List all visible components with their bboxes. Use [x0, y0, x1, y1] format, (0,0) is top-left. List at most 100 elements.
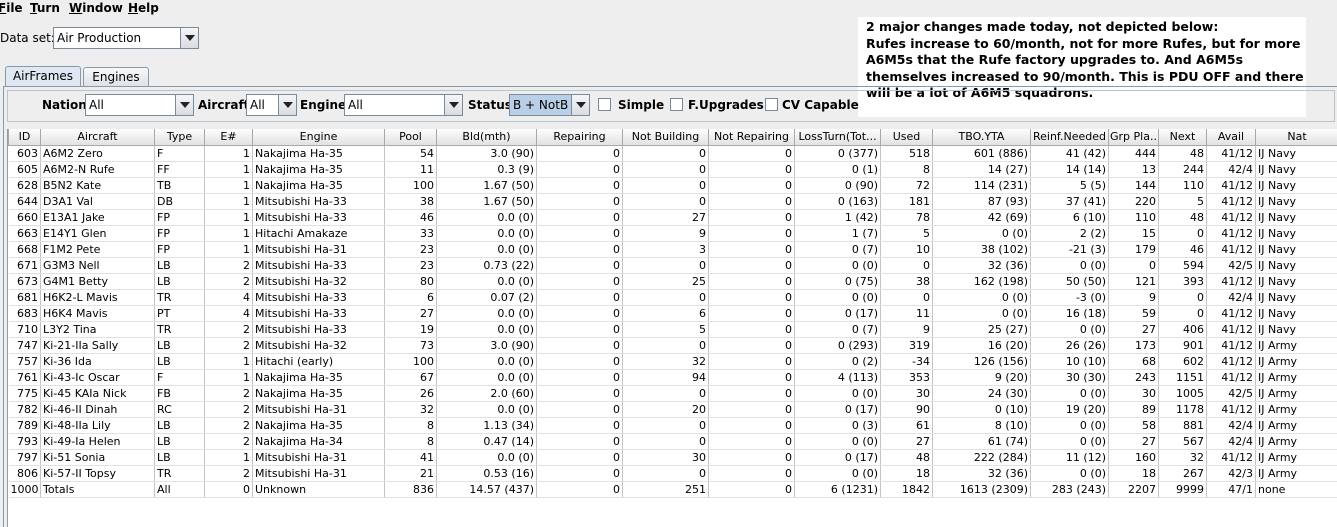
table-cell: 0: [622, 145, 709, 162]
menu-turn[interactable]: Turn: [30, 1, 60, 15]
chevron-down-icon[interactable]: [571, 95, 589, 115]
table-row[interactable]: 775 Ki-45 KAIa Nick FB 2 Nakajima Ha-35 26 2.0…: [8, 385, 1337, 402]
table-cell: 0 (0): [1030, 257, 1109, 274]
table-row[interactable]: 789 Ki-48-IIa Lily LB 2 Nakajima Ha-35 8 1.13 …: [8, 417, 1337, 434]
table-row[interactable]: 681 H6K2-L Mavis TR 4 Mitsubishi Ha-33 6 0.07 …: [8, 289, 1337, 306]
table-cell: 41/12: [1206, 369, 1256, 386]
table-cell: 793: [8, 433, 41, 450]
table-cell: 1: [204, 193, 253, 210]
table-row[interactable]: 757 Ki-36 Ida LB 1 Hitachi (early) 100 0.0 (0)…: [8, 353, 1337, 370]
table-row[interactable]: 660 E13A1 Jake FP 1 Mitsubishi Ha-33 46 0.0 (0…: [8, 209, 1337, 226]
simple-checkbox[interactable]: [598, 98, 611, 111]
table-row[interactable]: 1000 Totals All 0 Unknown 836 14.57 (437) 0 251 0…: [8, 481, 1337, 498]
table-cell: All: [154, 481, 205, 498]
column-header[interactable]: Repairing: [536, 129, 623, 146]
table-cell: 8 (10): [932, 417, 1031, 434]
table-cell: 1: [204, 353, 253, 370]
column-header[interactable]: Aircraft: [40, 129, 155, 146]
table-cell: 94: [622, 369, 709, 386]
fupgrades-checkbox[interactable]: [670, 98, 683, 111]
table-row[interactable]: 683 H6K4 Mavis PT 4 Mitsubishi Ha-33 27 0.0 (0…: [8, 305, 1337, 322]
cv-capable-checkbox[interactable]: [765, 98, 778, 111]
column-header[interactable]: Engine: [252, 129, 385, 146]
nation-select-value: All: [89, 98, 104, 112]
table-row[interactable]: 806 Ki-57-II Topsy TR 2 Mitsubishi Ha-31 21 0.…: [8, 465, 1337, 482]
table-row[interactable]: 671 G3M3 Nell LB 2 Mitsubishi Ha-33 23 0.73 (2…: [8, 257, 1337, 274]
table-cell: 0.0 (0): [436, 241, 537, 258]
column-header[interactable]: Bld(mth): [436, 129, 537, 146]
table-cell: 747: [8, 337, 41, 354]
table-cell: 0: [708, 305, 795, 322]
column-header[interactable]: TBO.YTA: [932, 129, 1031, 146]
aircraft-select[interactable]: All: [246, 94, 297, 116]
table-cell: IJ Navy: [1255, 177, 1337, 194]
table-cell: 2207: [1108, 481, 1159, 498]
table-cell: 782: [8, 401, 41, 418]
table-row[interactable]: 605 A6M2-N Rufe FF 1 Nakajima Ha-35 11 0.3 (9)…: [8, 161, 1337, 178]
table-cell: H6K4 Mavis: [40, 305, 155, 322]
table-row[interactable]: 628 B5N2 Kate TB 1 Nakajima Ha-35 100 1.67 (50…: [8, 177, 1337, 194]
table-cell: 0: [536, 465, 623, 482]
column-header[interactable]: Avail: [1206, 129, 1256, 146]
simple-label: Simple: [618, 98, 665, 112]
menu-window[interactable]: Window: [69, 1, 123, 15]
column-header[interactable]: Not Repairing: [708, 129, 795, 146]
table-cell: 0: [622, 433, 709, 450]
dataset-label: Data set:: [0, 31, 55, 45]
table-cell: 6 (10): [1030, 209, 1109, 226]
table-cell: IJ Navy: [1255, 193, 1337, 210]
table-row[interactable]: 797 Ki-51 Sonia LB 1 Mitsubishi Ha-31 41 0.0 (…: [8, 449, 1337, 466]
table-row[interactable]: 747 Ki-21-IIa Sally LB 2 Mitsubishi Ha-32 73 3…: [8, 337, 1337, 354]
chevron-down-icon[interactable]: [444, 95, 462, 115]
table-cell: TR: [154, 465, 205, 482]
table-cell: Mitsubishi Ha-33: [252, 209, 385, 226]
table-row[interactable]: 663 E14Y1 Glen FP 1 Hitachi Amakaze 33 0.0 (0)…: [8, 225, 1337, 242]
column-header[interactable]: Not Building: [622, 129, 709, 146]
chevron-down-icon[interactable]: [278, 95, 296, 115]
menu-file[interactable]: File: [0, 1, 23, 15]
table-cell: 30: [1108, 385, 1159, 402]
menu-help[interactable]: Help: [128, 1, 159, 15]
column-header[interactable]: LossTurn(Tot...: [794, 129, 881, 146]
table-cell: 0: [622, 177, 709, 194]
dataset-select[interactable]: Air Production: [53, 27, 199, 49]
table-row[interactable]: 644 D3A1 Val DB 1 Mitsubishi Ha-33 38 1.67 (50…: [8, 193, 1337, 210]
table-row[interactable]: 782 Ki-46-II Dinah RC 2 Mitsubishi Ha-31 32 0.…: [8, 401, 1337, 418]
table-row[interactable]: 761 Ki-43-Ic Oscar F 1 Nakajima Ha-35 67 0.0 (…: [8, 369, 1337, 386]
table-cell: Ki-46-II Dinah: [40, 401, 155, 418]
airframes-table: ID Aircraft Type E# Engine Pool Bld(mth) Repair…: [7, 129, 1337, 527]
engine-select[interactable]: All: [344, 94, 463, 116]
column-header[interactable]: E#: [204, 129, 253, 146]
column-header[interactable]: ID: [8, 129, 41, 146]
column-header[interactable]: Grp Pla...: [1108, 129, 1159, 146]
table-cell: none: [1255, 481, 1337, 498]
table-cell: 0 (2): [794, 353, 881, 370]
column-header[interactable]: Type: [154, 129, 205, 146]
chevron-down-icon[interactable]: [180, 28, 198, 48]
tab-airframes[interactable]: AirFrames: [5, 66, 81, 87]
table-cell: Mitsubishi Ha-31: [252, 241, 385, 258]
table-cell: 9999: [1158, 481, 1207, 498]
column-header[interactable]: Next: [1158, 129, 1207, 146]
table-row[interactable]: 710 L3Y2 Tina TR 2 Mitsubishi Ha-33 19 0.0 (0)…: [8, 321, 1337, 338]
chevron-down-icon[interactable]: [175, 95, 193, 115]
table-row[interactable]: 603 A6M2 Zero F 1 Nakajima Ha-35 54 3.0 (90) 0 0…: [8, 145, 1337, 162]
table-cell: 628: [8, 177, 41, 194]
table-cell: -3 (0): [1030, 289, 1109, 306]
table-row[interactable]: 793 Ki-49-Ia Helen LB 2 Nakajima Ha-34 8 0.47 …: [8, 433, 1337, 450]
status-select[interactable]: B + NotB: [509, 94, 590, 116]
column-header[interactable]: Used: [880, 129, 933, 146]
table-cell: 603: [8, 145, 41, 162]
table-cell: 38: [880, 273, 933, 290]
table-cell: 393: [1158, 273, 1207, 290]
table-cell: 58: [1108, 417, 1159, 434]
table-cell: 0 (0): [1030, 465, 1109, 482]
tab-engines[interactable]: Engines: [83, 67, 149, 86]
column-header[interactable]: Pool: [384, 129, 437, 146]
nation-select[interactable]: All: [85, 94, 194, 116]
column-header[interactable]: Nat: [1255, 129, 1337, 146]
table-cell: 0: [708, 321, 795, 338]
table-row[interactable]: 668 F1M2 Pete FP 1 Mitsubishi Ha-31 23 0.0 (0)…: [8, 241, 1337, 258]
table-row[interactable]: 673 G4M1 Betty LB 2 Mitsubishi Ha-32 80 0.0 (0…: [8, 273, 1337, 290]
column-header[interactable]: Reinf.Needed: [1030, 129, 1109, 146]
